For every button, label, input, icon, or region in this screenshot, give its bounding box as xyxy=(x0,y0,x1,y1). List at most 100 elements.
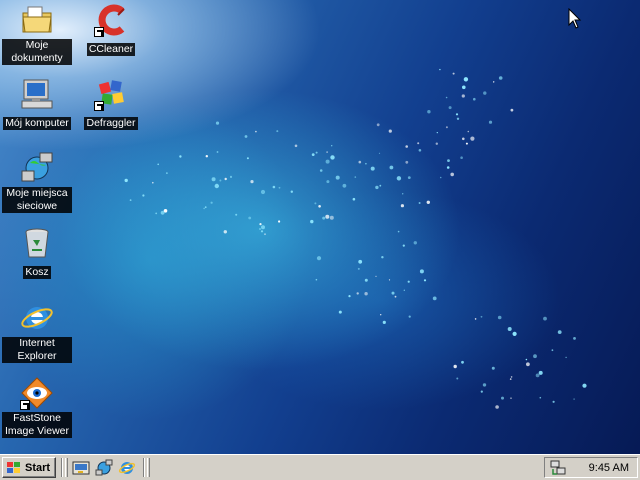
desktop-icon-label: FastStone Image Viewer xyxy=(2,412,72,438)
sparkle xyxy=(396,176,402,181)
computer-icon xyxy=(20,77,54,111)
sparkle xyxy=(510,108,514,112)
sparkle xyxy=(294,144,298,148)
desktop-icon-internet-explorer[interactable]: Internet Explorer xyxy=(1,301,73,364)
desktop-icon-my-documents[interactable]: Moje dokumenty xyxy=(1,3,73,66)
sparkle xyxy=(214,183,219,189)
sparkle xyxy=(358,259,363,264)
quick-launch-grip[interactable] xyxy=(65,458,68,477)
sparkle xyxy=(204,206,207,209)
sparkle xyxy=(488,120,493,124)
sparkle xyxy=(229,175,233,178)
sparkle xyxy=(407,280,410,283)
sparkle xyxy=(338,310,342,314)
sparkle xyxy=(179,155,182,158)
sparkle xyxy=(259,223,262,226)
sparkle xyxy=(493,81,495,83)
sparkle xyxy=(318,205,321,208)
desktop-icon-recycle-bin[interactable]: Kosz xyxy=(1,226,73,280)
desktop-icon-label: Defraggler xyxy=(84,117,138,130)
sparkle xyxy=(124,178,128,183)
sparkle xyxy=(235,213,238,216)
start-label: Start xyxy=(25,461,51,474)
sparkle xyxy=(391,291,395,295)
desktop-icon-label: Internet Explorer xyxy=(2,337,72,363)
desktop-icon-label: Moje miejsca sieciowe xyxy=(2,187,72,213)
sparkle xyxy=(375,185,379,190)
desktop-icon-defraggler[interactable]: Defraggler xyxy=(75,77,147,131)
sparkle xyxy=(211,177,216,182)
sparkle xyxy=(316,256,322,261)
taskbar-grip[interactable] xyxy=(147,458,150,477)
sparkle xyxy=(278,220,281,223)
sparkle xyxy=(380,314,382,316)
sparkle xyxy=(495,405,499,409)
sparkle xyxy=(325,214,330,219)
sparkle xyxy=(557,330,562,334)
sparkle xyxy=(348,295,351,298)
sparkle xyxy=(260,189,266,195)
sparkle xyxy=(525,358,528,361)
sparkle xyxy=(315,278,318,281)
sparkle xyxy=(389,165,394,170)
sparkle xyxy=(223,230,227,234)
sparkle xyxy=(445,126,448,129)
sparkle xyxy=(453,364,457,369)
sparkle xyxy=(538,370,543,375)
sparkle xyxy=(405,145,409,148)
sparkle xyxy=(388,279,391,281)
sparkle xyxy=(356,292,359,295)
system-tray: 9:45 AM xyxy=(544,457,638,478)
desktop-icon-network-places[interactable]: Moje miejsca sieciowe xyxy=(1,151,73,214)
desktop-icon-faststone-image-viewer[interactable]: FastStone Image Viewer xyxy=(1,376,73,439)
sparkle xyxy=(397,230,400,233)
sparkle xyxy=(512,331,517,336)
sparkle xyxy=(402,193,404,195)
desktop[interactable]: Moje dokumenty CCleaner Mój komputer Def… xyxy=(0,0,640,454)
windows-logo-icon xyxy=(7,461,20,473)
desktop-icon-label: Mój komputer xyxy=(3,117,71,130)
sparkle xyxy=(526,362,530,367)
desktop-icon-ccleaner[interactable]: CCleaner xyxy=(75,3,147,57)
sparkle xyxy=(450,172,455,177)
network-connection-icon[interactable] xyxy=(549,459,567,477)
sparkle xyxy=(216,151,219,153)
sparkle xyxy=(543,316,547,321)
sparkle xyxy=(435,142,438,145)
show-desktop-icon[interactable] xyxy=(72,459,90,477)
sparkle xyxy=(335,175,340,180)
sparkle xyxy=(166,172,168,174)
sparkle xyxy=(260,230,264,233)
sparkle xyxy=(439,68,441,71)
sparkle xyxy=(439,176,442,179)
mouse-pointer-icon xyxy=(568,8,582,29)
network-icon[interactable] xyxy=(95,459,113,477)
sparkle xyxy=(264,233,266,236)
sparkle xyxy=(426,200,430,204)
sparkle xyxy=(507,327,512,331)
sparkle xyxy=(510,397,512,399)
sparkle xyxy=(315,151,318,154)
sparkle xyxy=(219,179,222,182)
start-button[interactable]: Start xyxy=(2,457,56,478)
sparkle xyxy=(331,145,333,147)
sparkle xyxy=(314,202,317,205)
sparkle xyxy=(405,160,409,164)
sparkle xyxy=(322,216,326,220)
sparkle xyxy=(452,72,455,75)
sparkle xyxy=(417,142,420,145)
sparkle xyxy=(461,360,464,364)
sparkle xyxy=(326,151,328,153)
ccleaner-icon xyxy=(94,3,128,37)
sparkle xyxy=(259,228,261,230)
sparkle xyxy=(244,135,248,138)
sparkle xyxy=(582,383,587,388)
sparkle xyxy=(210,201,213,204)
sparkle xyxy=(246,157,249,160)
sparkle xyxy=(463,77,469,82)
sparkle xyxy=(155,212,158,215)
sparkle xyxy=(427,110,431,114)
clock[interactable]: 9:45 AM xyxy=(589,462,629,474)
internet-explorer-icon[interactable] xyxy=(118,459,136,477)
desktop-icon-my-computer[interactable]: Mój komputer xyxy=(1,77,73,131)
